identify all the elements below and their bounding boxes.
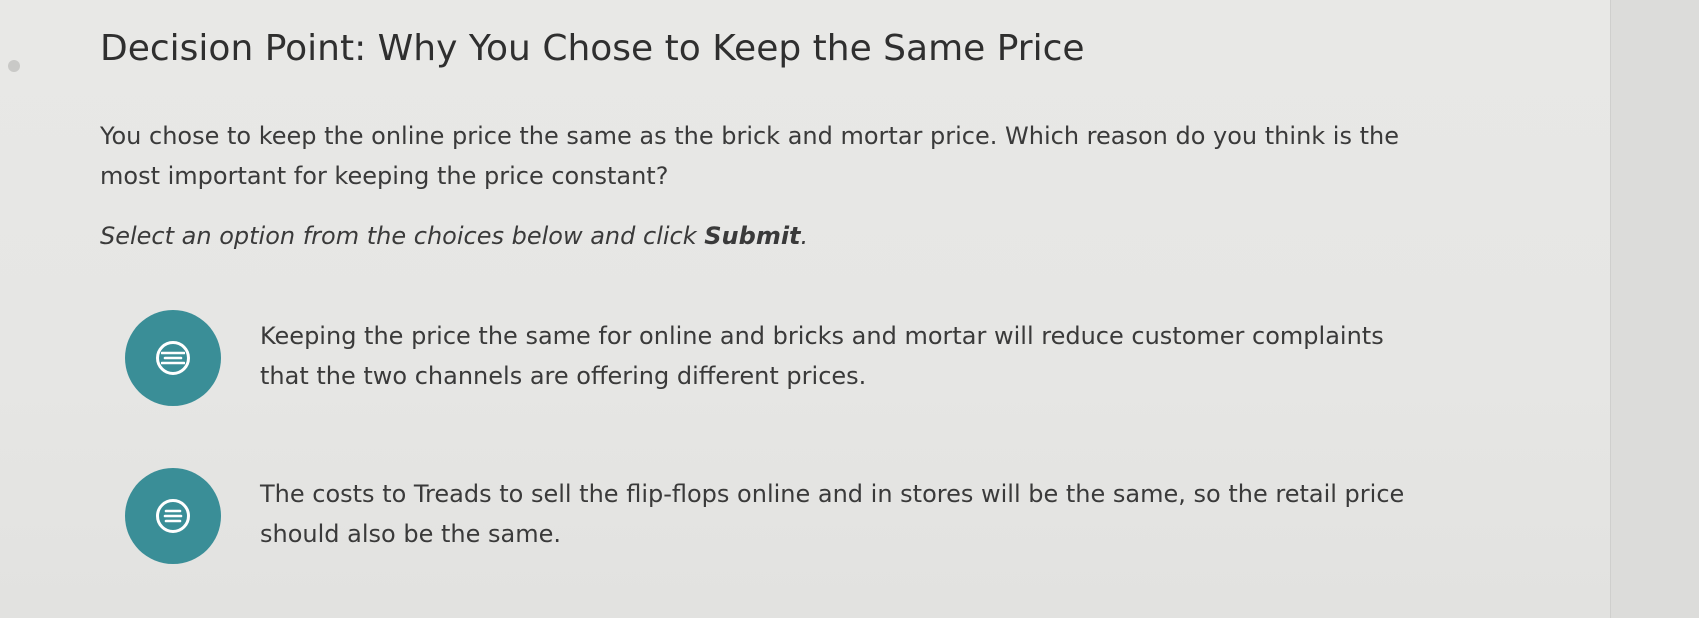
side-marker (8, 60, 20, 72)
instruction-text: Select an option from the choices below … (100, 222, 808, 250)
instruction-submit-word: Submit (704, 222, 801, 250)
right-gutter (1610, 0, 1699, 618)
answer-option-2[interactable]: The costs to Treads to sell the flip-flo… (125, 468, 1455, 568)
page-background: Decision Point: Why You Chose to Keep th… (0, 0, 1610, 618)
answer-option-1[interactable]: Keeping the price the same for online an… (125, 310, 1455, 410)
option-lines-icon (161, 351, 185, 365)
instruction-suffix: . (800, 222, 809, 250)
question-prompt: You chose to keep the online price the s… (100, 122, 1399, 190)
option-2-label[interactable]: The costs to Treads to sell the flip-flo… (260, 474, 1440, 554)
option-1-label[interactable]: Keeping the price the same for online an… (260, 316, 1440, 396)
page-title: Decision Point: Why You Chose to Keep th… (100, 28, 1085, 69)
radio-option-icon (156, 499, 190, 533)
radio-option-icon (156, 341, 190, 375)
option-2-radio-button[interactable] (125, 468, 221, 564)
instruction-prefix: Select an option from the choices below … (100, 222, 705, 250)
option-lines-icon (163, 509, 183, 523)
option-1-radio-button[interactable] (125, 310, 221, 406)
